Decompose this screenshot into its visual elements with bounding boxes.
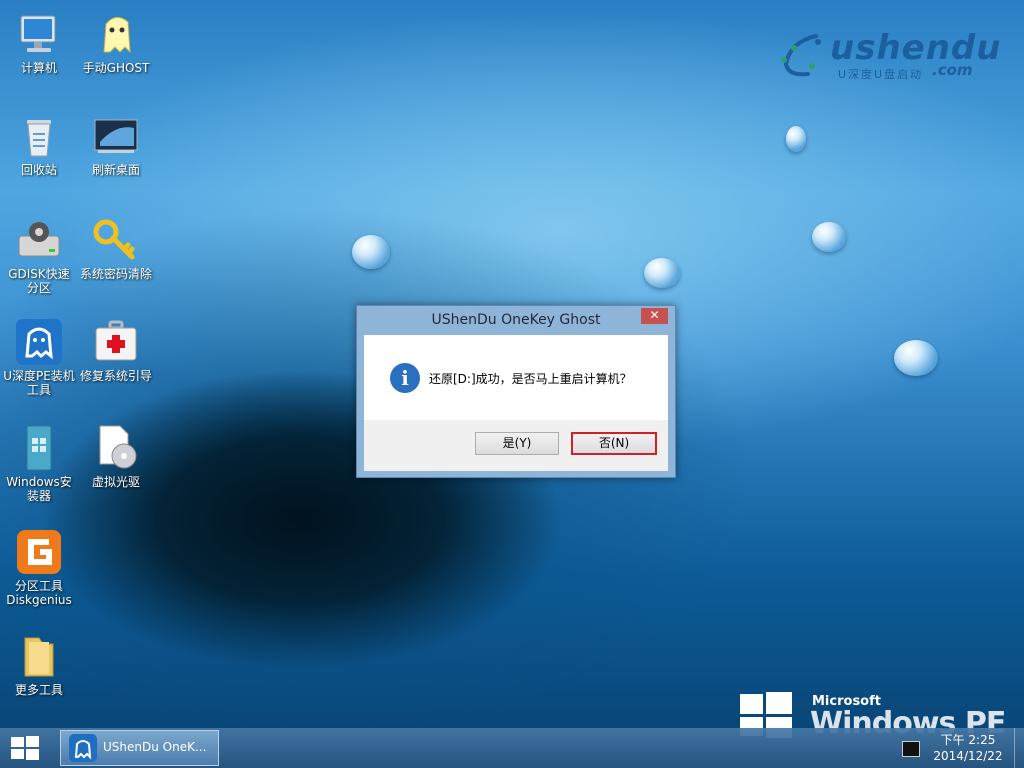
clock-time: 下午 2:25 xyxy=(940,733,996,747)
recycle-bin-icon xyxy=(27,120,51,157)
logo-subtitle: U深度U盘启动 xyxy=(838,68,924,81)
desktop-icon-ushendu-installer[interactable]: U深度PE装机工具 xyxy=(3,318,75,397)
virtual-drive-icon xyxy=(99,425,137,469)
desktop-icon-label: U深度PE装机工具 xyxy=(3,369,75,397)
desktop-icon-label: 手动GHOST xyxy=(82,61,150,75)
taskbar: UShenDu OneK... 下午 2:25 2014/12/22 xyxy=(0,728,1024,768)
gdisk-icon xyxy=(18,222,60,257)
logo-domain: .com xyxy=(932,61,973,79)
show-desktop-button[interactable] xyxy=(1014,728,1024,768)
logo-brand-text: ushendu xyxy=(830,28,1002,68)
refresh-desktop-icon xyxy=(94,119,138,153)
water-drop xyxy=(812,222,846,252)
dialog-title: UShenDu OneKey Ghost xyxy=(431,312,601,328)
ushendu-app-icon xyxy=(69,734,97,762)
dialog-body: i 还原[D:]成功，是否马上重启计算机？ xyxy=(364,335,668,420)
diskgenius-icon xyxy=(17,530,61,574)
tray-display-icon[interactable] xyxy=(902,741,920,757)
desktop-icon-windows-installer[interactable]: Windows安装器 xyxy=(3,424,75,503)
desktop-icon-label: 分区工具Diskgenius xyxy=(6,579,72,607)
desktop-icon-label: 刷新桌面 xyxy=(91,163,140,177)
onekey-ghost-dialog[interactable]: UShenDu OneKey Ghost ✕ i 还原[D:]成功，是否马上重启… xyxy=(356,305,676,478)
desktop-icon-recycle-bin[interactable]: 回收站 xyxy=(3,112,75,177)
ushendu-swirl-icon xyxy=(781,34,821,77)
taskbar-window-onekey-ghost[interactable]: UShenDu OneK... xyxy=(60,730,219,766)
system-clock[interactable]: 下午 2:25 2014/12/22 xyxy=(928,732,1008,764)
dialog-button-bar: 是(Y) 否(N) xyxy=(364,420,668,471)
yes-button[interactable]: 是(Y) xyxy=(475,432,559,455)
folder-icon xyxy=(24,637,54,677)
ushendu-installer-icon xyxy=(16,319,62,365)
repair-kit-icon xyxy=(95,320,137,361)
no-button[interactable]: 否(N) xyxy=(571,432,657,455)
desktop-icon-more-tools[interactable]: 更多工具 xyxy=(3,632,75,697)
desktop-icon-computer[interactable]: 计算机 xyxy=(3,10,75,75)
water-drop xyxy=(644,258,680,288)
desktop-icon-refresh-desktop[interactable]: 刷新桌面 xyxy=(80,112,152,177)
windows-start-icon xyxy=(11,736,39,760)
key-icon xyxy=(93,219,135,260)
desktop-icon-diskgenius[interactable]: 分区工具Diskgenius xyxy=(3,528,75,607)
ushendu-logo: ushendu U深度U盘启动 .com xyxy=(776,28,1006,86)
clock-date: 2014/12/22 xyxy=(933,749,1003,763)
desktop-icon-manual-ghost[interactable]: 手动GHOST xyxy=(80,10,152,75)
dialog-message: 还原[D:]成功，是否马上重启计算机？ xyxy=(429,372,632,386)
desktop-icon-gdisk[interactable]: GDISK快速分区 xyxy=(3,216,75,295)
water-drop xyxy=(894,340,938,376)
desktop-icon-label: 虚拟光驱 xyxy=(91,475,140,489)
start-button[interactable] xyxy=(10,736,40,760)
desktop-icon-label: 修复系统引导 xyxy=(80,369,153,383)
desktop-icon-label: GDISK快速分区 xyxy=(8,267,70,295)
desktop-icon-label: Windows安装器 xyxy=(6,475,72,503)
computer-icon xyxy=(20,15,56,52)
desktop-icon-repair-boot[interactable]: 修复系统引导 xyxy=(80,318,152,383)
ghost-icon xyxy=(103,17,131,54)
desktop-icon-label: 计算机 xyxy=(20,61,57,75)
water-drop xyxy=(352,235,390,269)
desktop-icon-password-clear[interactable]: 系统密码清除 xyxy=(80,216,152,281)
windows-installer-icon xyxy=(26,425,52,471)
desktop-icon-label: 回收站 xyxy=(20,163,57,177)
close-icon: ✕ xyxy=(649,308,660,322)
desktop-icon-label: 系统密码清除 xyxy=(80,267,153,281)
desktop-icon-label: 更多工具 xyxy=(14,683,63,697)
water-drop xyxy=(786,126,806,152)
info-icon: i xyxy=(390,363,420,393)
taskbar-window-label: UShenDu OneK... xyxy=(103,740,207,754)
desktop-icon-virtual-drive[interactable]: 虚拟光驱 xyxy=(80,424,152,489)
close-button[interactable]: ✕ xyxy=(641,308,668,324)
